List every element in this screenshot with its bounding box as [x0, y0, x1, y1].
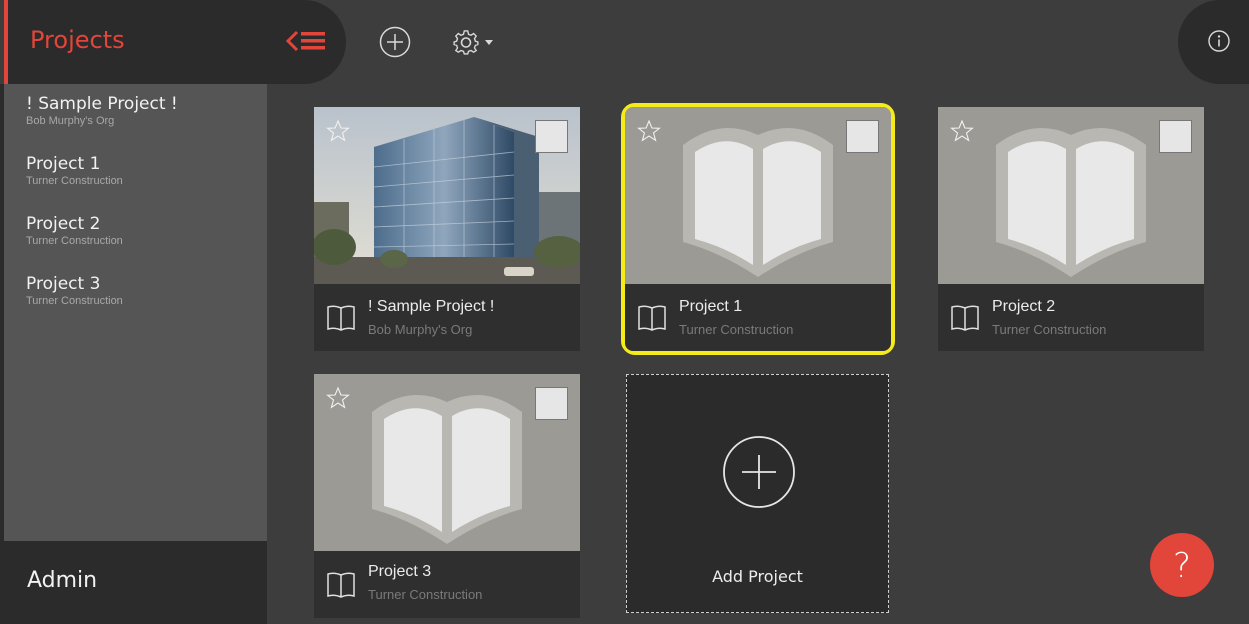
card-footer: ! Sample Project ! Bob Murphy's Org	[314, 284, 580, 351]
card-project-org: Turner Construction	[679, 322, 794, 337]
plus-circle-icon	[722, 435, 796, 514]
favorite-star-icon[interactable]	[326, 119, 350, 148]
projects-header: Projects	[4, 0, 346, 84]
card-project-name: Project 1	[679, 298, 743, 315]
collapse-menu-icon[interactable]	[285, 28, 328, 54]
top-bar: Projects	[0, 0, 1249, 84]
settings-dropdown-icon[interactable]	[451, 26, 497, 63]
add-project-icon[interactable]	[379, 26, 411, 63]
card-project-name: Project 3	[368, 563, 432, 580]
help-button[interactable]: ?	[1150, 533, 1214, 597]
sidebar-item-project-1[interactable]: Project 1 Turner Construction	[26, 154, 123, 187]
sidebar-item-name: Project 3	[26, 274, 101, 294]
select-checkbox[interactable]	[846, 120, 879, 153]
project-card-sample[interactable]: ! Sample Project ! Bob Murphy's Org	[314, 107, 580, 351]
sidebar-item-project-3[interactable]: Project 3 Turner Construction	[26, 274, 123, 307]
card-project-org: Turner Construction	[368, 587, 483, 602]
sidebar: ! Sample Project ! Bob Murphy's Org Proj…	[4, 84, 267, 541]
card-project-org: Turner Construction	[992, 322, 1107, 337]
book-icon	[950, 304, 980, 337]
info-icon[interactable]	[1208, 30, 1230, 57]
sidebar-item-name: ! Sample Project !	[26, 94, 178, 114]
info-panel-tab	[1178, 0, 1249, 84]
sidebar-item-name: Project 1	[26, 154, 101, 174]
sidebar-item-org: Turner Construction	[26, 295, 123, 307]
project-card-project-3[interactable]: Project 3 Turner Construction	[314, 374, 580, 618]
card-project-org: Bob Murphy's Org	[368, 322, 473, 337]
sidebar-item-org: Turner Construction	[26, 175, 123, 187]
book-icon	[637, 304, 667, 337]
sidebar-item-project-2[interactable]: Project 2 Turner Construction	[26, 214, 123, 247]
page-title: Projects	[30, 26, 125, 54]
admin-label: Admin	[27, 568, 98, 593]
project-card-project-2[interactable]: Project 2 Turner Construction	[938, 107, 1204, 351]
book-icon	[326, 571, 356, 604]
sidebar-item-org: Turner Construction	[26, 235, 123, 247]
admin-link[interactable]: Admin	[4, 541, 267, 624]
favorite-star-icon[interactable]	[637, 119, 661, 148]
favorite-star-icon[interactable]	[326, 386, 350, 415]
card-footer: Project 2 Turner Construction	[938, 284, 1204, 351]
add-project-card[interactable]: Add Project	[626, 374, 889, 613]
header-accent-bar	[4, 0, 8, 84]
sidebar-item-name: Project 2	[26, 214, 101, 234]
sidebar-item-sample-project[interactable]: ! Sample Project ! Bob Murphy's Org	[26, 94, 178, 127]
card-footer: Project 3 Turner Construction	[314, 551, 580, 618]
help-label: ?	[1173, 546, 1191, 586]
sidebar-item-org: Bob Murphy's Org	[26, 115, 115, 127]
card-project-name: Project 2	[992, 298, 1056, 315]
project-card-project-1[interactable]: Project 1 Turner Construction	[621, 103, 895, 355]
question-icon: ?	[1173, 546, 1191, 586]
add-project-label: Add Project	[712, 567, 803, 586]
select-checkbox[interactable]	[535, 387, 568, 420]
card-project-name: ! Sample Project !	[368, 298, 495, 315]
select-checkbox[interactable]	[1159, 120, 1192, 153]
book-icon	[326, 304, 356, 337]
favorite-star-icon[interactable]	[950, 119, 974, 148]
select-checkbox[interactable]	[535, 120, 568, 153]
card-footer: Project 1 Turner Construction	[625, 284, 891, 351]
